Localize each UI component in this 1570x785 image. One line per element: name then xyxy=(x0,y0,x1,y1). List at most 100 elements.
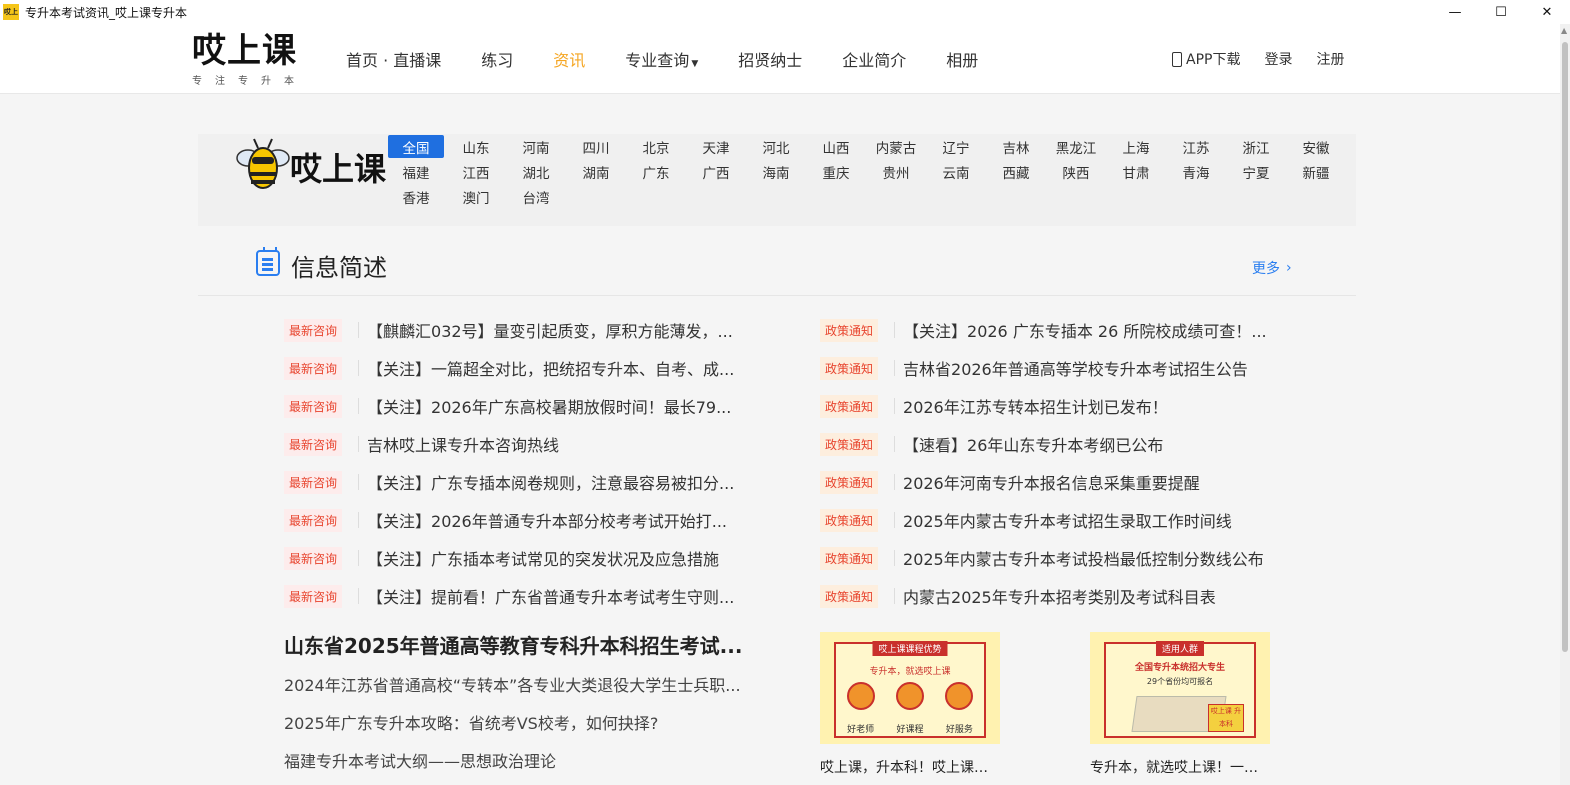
minimize-button[interactable]: — xyxy=(1432,0,1478,24)
province-item[interactable]: 广西 xyxy=(703,160,730,183)
news-title[interactable]: 内蒙古2025年专升本招考类别及考试科目表 xyxy=(903,584,1216,608)
province-item[interactable]: 黑龙江 xyxy=(1056,135,1097,158)
province-item[interactable]: 河北 xyxy=(763,135,790,158)
article-link[interactable]: 福建专升本考试大纲——思想政治理论 xyxy=(284,743,744,781)
maximize-button[interactable]: ☐ xyxy=(1478,0,1524,24)
news-title[interactable]: 【关注】2026年普通专升本部分校考考试开始打... xyxy=(367,508,727,532)
news-row[interactable]: 最新咨询 【关注】2026年普通专升本部分校考考试开始打... xyxy=(284,501,754,539)
province-item[interactable]: 山西 xyxy=(823,135,850,158)
province-item[interactable]: 山东 xyxy=(463,135,490,158)
province-item[interactable]: 重庆 xyxy=(823,160,850,183)
more-link[interactable]: 更多 › xyxy=(1252,258,1292,278)
province-item[interactable]: 香港 xyxy=(403,185,430,208)
province-item[interactable]: 江苏 xyxy=(1183,135,1210,158)
page-scrollbar[interactable]: ▲ xyxy=(1560,24,1570,785)
province-item[interactable]: 四川 xyxy=(583,135,610,158)
nav-practice[interactable]: 练习 xyxy=(481,47,513,71)
scroll-up-icon[interactable]: ▲ xyxy=(1561,26,1567,35)
news-title[interactable]: 【关注】2026 广东专插本 26 所院校成绩可查！... xyxy=(903,318,1267,342)
news-title[interactable]: 2025年内蒙古专升本考试招生录取工作时间线 xyxy=(903,508,1232,532)
promo-caption[interactable]: 哎上课，升本科！哎上课课... xyxy=(820,757,1000,777)
news-title[interactable]: 【关注】提前看！广东省普通专升本考试考生守则... xyxy=(367,584,734,608)
province-item[interactable]: 台湾 xyxy=(523,185,550,208)
news-row[interactable]: 政策通知 【关注】2026 广东专插本 26 所院校成绩可查！... xyxy=(820,311,1290,349)
news-row[interactable]: 最新咨询 吉林哎上课专升本咨询热线 xyxy=(284,425,754,463)
province-item[interactable]: 广东 xyxy=(643,160,670,183)
news-row[interactable]: 政策通知 2025年内蒙古专升本考试投档最低控制分数线公布 xyxy=(820,539,1290,577)
province-item[interactable]: 安徽 xyxy=(1303,135,1330,158)
region-selector: 哎上课 全国 山东 河南 四川 北京 天津 河北 山西 内蒙古 辽宁 吉林 黑龙江 上海 江苏 浙江 安徽 福建… xyxy=(198,134,1356,226)
province-item[interactable]: 天津 xyxy=(703,135,730,158)
news-title[interactable]: 【麒麟汇032号】量变引起质变，厚积方能薄发，... xyxy=(367,318,733,342)
divider xyxy=(894,588,896,604)
news-row[interactable]: 政策通知 【速看】26年山东专升本考纲已公布 xyxy=(820,425,1290,463)
site-logo[interactable]: 哎上课 专注专升本 xyxy=(192,32,302,87)
province-item[interactable]: 河南 xyxy=(523,135,550,158)
news-title[interactable]: 【速看】26年山东专升本考纲已公布 xyxy=(903,432,1163,456)
news-title[interactable]: 2026年江苏专转本招生计划已发布！ xyxy=(903,394,1168,418)
province-item[interactable]: 内蒙古 xyxy=(876,135,917,158)
news-title[interactable]: 2025年内蒙古专升本考试投档最低控制分数线公布 xyxy=(903,546,1264,570)
scrollbar-thumb[interactable] xyxy=(1562,42,1568,652)
news-row[interactable]: 政策通知 2026年江苏专转本招生计划已发布！ xyxy=(820,387,1290,425)
promo-card[interactable]: 适用人群 全国专升本统招大专生 29个省份均可报名 哎上课 升本科 专升本，就选… xyxy=(1090,632,1270,777)
news-row[interactable]: 最新咨询 【关注】广东专插本阅卷规则，注意最容易被扣分... xyxy=(284,463,754,501)
province-item[interactable]: 甘肃 xyxy=(1123,160,1150,183)
news-title[interactable]: 【关注】广东插本考试常见的突发状况及应急措施 xyxy=(367,546,719,570)
news-row[interactable]: 最新咨询 【关注】广东插本考试常见的突发状况及应急措施 xyxy=(284,539,754,577)
register-link[interactable]: 注册 xyxy=(1316,49,1344,69)
site-header: 哎上课 专注专升本 首页 · 直播课 练习 资讯 专业查询 ▼ 招贤纳士 企业简介… xyxy=(0,24,1560,94)
play-icon xyxy=(895,682,924,710)
province-item[interactable]: 吉林 xyxy=(1003,135,1030,158)
news-title[interactable]: 2026年河南专升本报名信息采集重要提醒 xyxy=(903,470,1200,494)
nav-about[interactable]: 企业简介 xyxy=(842,47,906,71)
province-item[interactable]: 青海 xyxy=(1183,160,1210,183)
login-link[interactable]: 登录 xyxy=(1264,49,1292,69)
province-item[interactable]: 澳门 xyxy=(463,185,490,208)
province-cell: 辽宁 xyxy=(926,134,986,159)
province-item[interactable]: 全国 xyxy=(388,135,444,158)
province-item[interactable]: 湖南 xyxy=(583,160,610,183)
app-download-link[interactable]: APP下载 xyxy=(1172,49,1240,69)
province-item[interactable]: 西藏 xyxy=(1003,160,1030,183)
news-row[interactable]: 政策通知 2026年河南专升本报名信息采集重要提醒 xyxy=(820,463,1290,501)
news-title[interactable]: 吉林省2026年普通高等学校专升本考试招生公告 xyxy=(903,356,1248,380)
province-item[interactable]: 浙江 xyxy=(1243,135,1270,158)
article-link[interactable]: 2025年广东专升本攻略：省统考VS校考，如何抉择? xyxy=(284,705,744,743)
province-item[interactable]: 新疆 xyxy=(1303,160,1330,183)
news-title[interactable]: 【关注】一篇超全对比，把统招专升本、自考、成... xyxy=(367,356,734,380)
promo-card[interactable]: 哎上课课程优势 专升本，就选哎上课 好老师 好课程 好服务 哎上课，升本科！哎上… xyxy=(820,632,1000,777)
nav-album[interactable]: 相册 xyxy=(946,47,978,71)
teacher-icon xyxy=(846,682,875,710)
province-item[interactable]: 贵州 xyxy=(883,160,910,183)
province-item[interactable]: 北京 xyxy=(643,135,670,158)
news-title[interactable]: 【关注】广东专插本阅卷规则，注意最容易被扣分... xyxy=(367,470,734,494)
province-item[interactable]: 江西 xyxy=(463,160,490,183)
news-title[interactable]: 【关注】2026年广东高校暑期放假时间！最长79... xyxy=(367,394,731,418)
province-item[interactable]: 湖北 xyxy=(523,160,550,183)
nav-careers[interactable]: 招贤纳士 xyxy=(738,47,802,71)
province-item[interactable]: 宁夏 xyxy=(1243,160,1270,183)
province-item[interactable]: 上海 xyxy=(1123,135,1150,158)
close-button[interactable]: ✕ xyxy=(1524,0,1570,24)
news-row[interactable]: 最新咨询 【关注】提前看！广东省普通专升本考试考生守则... xyxy=(284,577,754,615)
news-row[interactable]: 政策通知 内蒙古2025年专升本招考类别及考试科目表 xyxy=(820,577,1290,615)
nav-news[interactable]: 资讯 xyxy=(553,47,585,71)
section-title: 信息简述 xyxy=(291,254,387,282)
province-item[interactable]: 云南 xyxy=(943,160,970,183)
promo-caption[interactable]: 专升本，就选哎上课！一省... xyxy=(1090,757,1270,777)
province-item[interactable]: 辽宁 xyxy=(943,135,970,158)
article-link[interactable]: 2024年江苏省普通高校“专转本”各专业大类退役大学生士兵职... xyxy=(284,667,744,705)
news-row[interactable]: 最新咨询 【关注】一篇超全对比，把统招专升本、自考、成... xyxy=(284,349,754,387)
news-title[interactable]: 吉林哎上课专升本咨询热线 xyxy=(367,432,559,456)
nav-major-query[interactable]: 专业查询 ▼ xyxy=(625,47,698,71)
news-row[interactable]: 政策通知 吉林省2026年普通高等学校专升本考试招生公告 xyxy=(820,349,1290,387)
news-row[interactable]: 政策通知 2025年内蒙古专升本考试招生录取工作时间线 xyxy=(820,501,1290,539)
featured-article-title[interactable]: 山东省2025年普通高等教育专科升本科招生考试... xyxy=(284,630,744,659)
province-item[interactable]: 福建 xyxy=(403,160,430,183)
news-row[interactable]: 最新咨询 【关注】2026年广东高校暑期放假时间！最长79... xyxy=(284,387,754,425)
province-item[interactable]: 陕西 xyxy=(1063,160,1090,183)
news-row[interactable]: 最新咨询 【麒麟汇032号】量变引起质变，厚积方能薄发，... xyxy=(284,311,754,349)
province-item[interactable]: 海南 xyxy=(763,160,790,183)
nav-home[interactable]: 首页 · 直播课 xyxy=(346,47,441,71)
